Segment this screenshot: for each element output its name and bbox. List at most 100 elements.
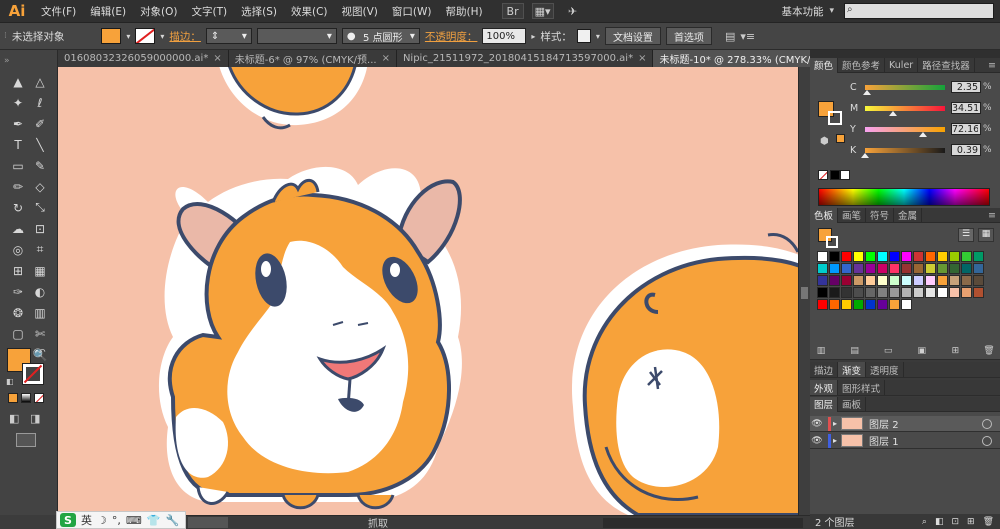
color-mode-button[interactable] bbox=[8, 393, 18, 403]
tab-stroke[interactable]: 描边 bbox=[810, 362, 839, 377]
swatch[interactable] bbox=[913, 263, 924, 274]
menu-select[interactable]: 选择(S) bbox=[234, 4, 284, 19]
tab-appearance[interactable]: 外观 bbox=[810, 380, 839, 395]
scrollbar-thumb[interactable] bbox=[801, 287, 808, 299]
channel-slider[interactable] bbox=[865, 126, 945, 137]
swatch[interactable] bbox=[817, 251, 828, 262]
tab-brushes[interactable]: 画笔 bbox=[838, 207, 867, 223]
swatch[interactable] bbox=[829, 299, 840, 310]
rotate-tool[interactable]: ↻ bbox=[7, 198, 29, 217]
swatch[interactable] bbox=[841, 263, 852, 274]
swatch[interactable] bbox=[877, 287, 888, 298]
tab-symbols[interactable]: 符号 bbox=[866, 207, 895, 223]
menu-window[interactable]: 窗口(W) bbox=[385, 4, 439, 19]
new-color-group-icon[interactable]: ▣ bbox=[915, 346, 929, 358]
pencil-tool[interactable]: ✏ bbox=[7, 177, 29, 196]
visibility-eye-icon[interactable]: 👁 bbox=[810, 436, 824, 446]
make-clipping-mask-icon[interactable]: ◧ bbox=[935, 517, 944, 527]
magic-wand-tool[interactable]: ✦ bbox=[7, 93, 29, 112]
swatch[interactable] bbox=[913, 275, 924, 286]
channel-slider[interactable] bbox=[865, 105, 945, 116]
swatch[interactable] bbox=[901, 299, 912, 310]
swatch[interactable] bbox=[889, 299, 900, 310]
new-swatch-icon[interactable]: ⊞ bbox=[948, 346, 962, 358]
eraser-tool[interactable]: ◇ bbox=[29, 177, 51, 196]
swatch[interactable] bbox=[961, 287, 972, 298]
menu-file[interactable]: 文件(F) bbox=[34, 4, 83, 19]
close-icon[interactable]: × bbox=[382, 53, 390, 64]
shape-builder-tool[interactable]: ◎ bbox=[7, 240, 29, 259]
swatch-stroke-indicator[interactable] bbox=[826, 236, 838, 248]
swatch[interactable] bbox=[949, 275, 960, 286]
tab-color[interactable]: 颜色 bbox=[810, 57, 839, 73]
swatch[interactable] bbox=[877, 263, 888, 274]
swatch[interactable] bbox=[925, 275, 936, 286]
swatch[interactable] bbox=[949, 251, 960, 262]
swatch[interactable] bbox=[865, 251, 876, 262]
swatch[interactable] bbox=[817, 287, 828, 298]
swatch[interactable] bbox=[925, 287, 936, 298]
stroke-swatch[interactable] bbox=[22, 363, 44, 385]
swatch[interactable] bbox=[901, 263, 912, 274]
swatch[interactable] bbox=[973, 263, 984, 274]
swatch[interactable] bbox=[961, 275, 972, 286]
blend-tool[interactable]: ◐ bbox=[29, 282, 51, 301]
rectangle-tool[interactable]: ▭ bbox=[7, 156, 29, 175]
workspace-switcher[interactable]: 基本功能 bbox=[775, 4, 829, 19]
stroke-label[interactable]: 描边： bbox=[169, 29, 201, 44]
tab-document-1[interactable]: 01608032326059000000.ai* × bbox=[58, 50, 229, 67]
swatch-kinds-icon[interactable]: ▤ bbox=[848, 346, 862, 358]
locate-object-icon[interactable]: ⌕ bbox=[922, 517, 927, 527]
swatch[interactable] bbox=[961, 263, 972, 274]
chevron-down-icon[interactable]: ▾ bbox=[596, 32, 600, 41]
layer-row[interactable]: 👁 ▸ 图层 1 bbox=[810, 433, 1000, 449]
tab-metal[interactable]: 金属 bbox=[894, 207, 923, 223]
swatch[interactable] bbox=[937, 287, 948, 298]
type-tool[interactable]: T bbox=[7, 135, 29, 154]
menu-view[interactable]: 视图(V) bbox=[335, 4, 385, 19]
chevron-down-icon[interactable]: ▾ bbox=[829, 6, 834, 16]
menu-object[interactable]: 对象(O) bbox=[133, 4, 184, 19]
line-tool[interactable]: ╲ bbox=[29, 135, 51, 154]
swatch[interactable] bbox=[817, 299, 828, 310]
swatch[interactable] bbox=[973, 275, 984, 286]
swatch[interactable] bbox=[889, 287, 900, 298]
swatch[interactable] bbox=[913, 251, 924, 262]
tab-gradient[interactable]: 渐变 bbox=[838, 362, 867, 377]
visibility-eye-icon[interactable]: 👁 bbox=[810, 419, 824, 429]
out-of-gamut-icon[interactable]: ⬢ bbox=[820, 136, 829, 147]
slider-knob[interactable] bbox=[888, 110, 897, 116]
swatch[interactable] bbox=[853, 251, 864, 262]
panel-menu-icon[interactable]: ▾≡ bbox=[740, 30, 755, 43]
curvature-tool[interactable]: ✐ bbox=[29, 114, 51, 133]
zoom-field[interactable] bbox=[188, 517, 228, 528]
lasso-tool[interactable]: ℓ bbox=[29, 93, 51, 112]
chevron-down-icon[interactable]: ▾ bbox=[126, 32, 130, 41]
swatch[interactable] bbox=[937, 275, 948, 286]
horizontal-scrollbar[interactable] bbox=[603, 518, 803, 528]
document-setup-button[interactable]: 文档设置 bbox=[604, 27, 661, 45]
swatch[interactable] bbox=[889, 251, 900, 262]
draw-behind-icon[interactable]: ◨ bbox=[30, 412, 40, 425]
expand-triangle-icon[interactable]: ▸ bbox=[833, 419, 837, 428]
channel-value-input[interactable] bbox=[951, 102, 981, 114]
paintbrush-tool[interactable]: ✎ bbox=[29, 156, 51, 175]
swatch[interactable] bbox=[829, 275, 840, 286]
preferences-button[interactable]: 首选项 bbox=[665, 27, 712, 45]
swatch[interactable] bbox=[853, 275, 864, 286]
tab-document-active[interactable]: 未标题-10* @ 278.33% (CMYK/预览)× bbox=[653, 50, 810, 67]
swatch[interactable] bbox=[817, 263, 828, 274]
swatch[interactable] bbox=[973, 251, 984, 262]
expand-triangle-icon[interactable]: ▸ bbox=[833, 436, 837, 445]
pen-tool[interactable]: ✒ bbox=[7, 114, 29, 133]
perspective-tool[interactable]: ⌗ bbox=[29, 240, 51, 259]
menu-edit[interactable]: 编辑(E) bbox=[83, 4, 133, 19]
panel-stroke-swatch[interactable] bbox=[828, 111, 842, 125]
default-fill-stroke-icon[interactable]: ◧ bbox=[6, 377, 14, 386]
fill-color-swatch[interactable] bbox=[101, 28, 122, 44]
menu-help[interactable]: 帮助(H) bbox=[439, 4, 490, 19]
swatch-options-icon[interactable]: ▭ bbox=[881, 346, 895, 358]
color-spectrum[interactable] bbox=[818, 188, 990, 206]
close-icon[interactable]: × bbox=[638, 53, 646, 64]
align-icon[interactable]: ▤ bbox=[725, 30, 735, 43]
